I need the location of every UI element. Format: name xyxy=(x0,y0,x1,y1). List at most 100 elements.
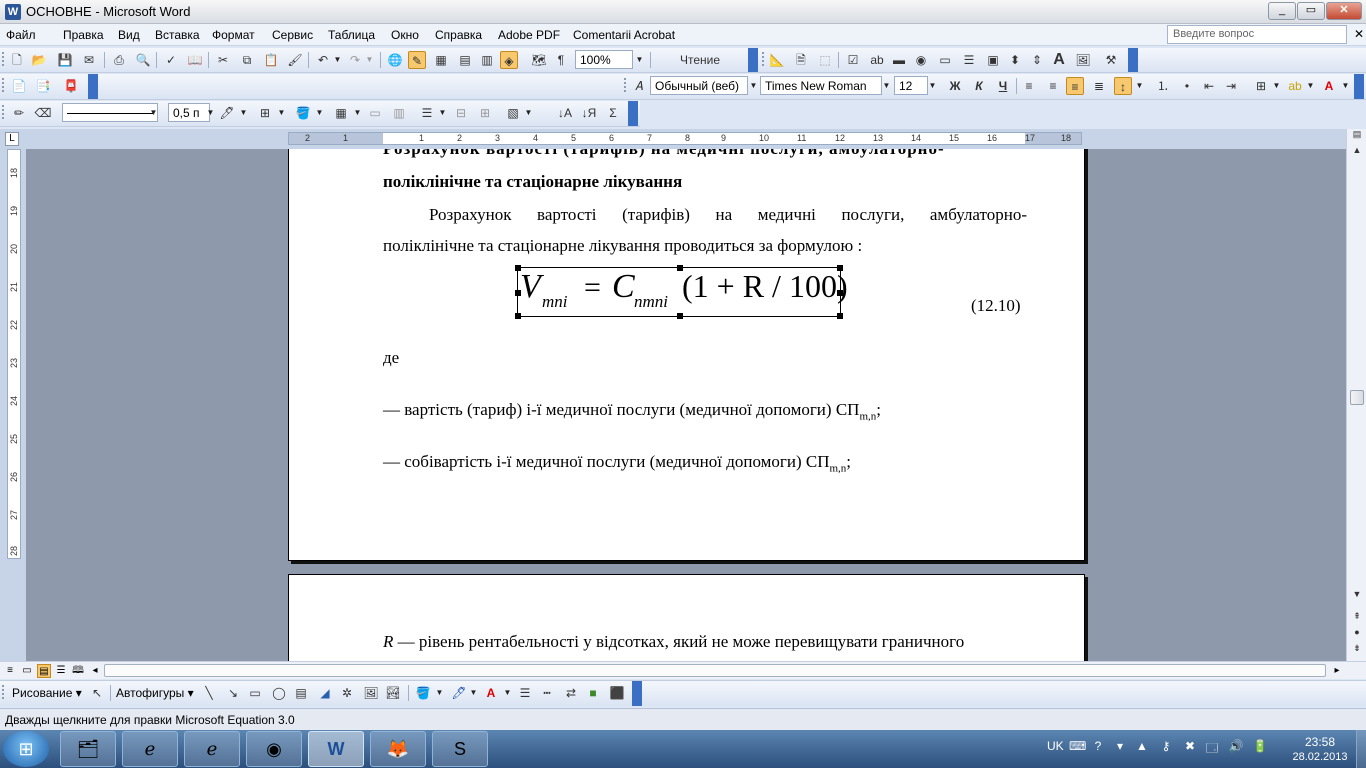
help-search-input[interactable]: Введите вопрос xyxy=(1167,25,1347,44)
page[interactable]: R — рівень рентабельності у відсотках, я… xyxy=(288,574,1085,661)
menu-format[interactable]: Формат xyxy=(212,28,255,42)
line-style-select[interactable] xyxy=(62,103,158,122)
autosum-icon[interactable]: Σ xyxy=(604,104,622,122)
redo-icon[interactable]: ↷ xyxy=(346,51,364,69)
select-objects-icon[interactable]: ↖ xyxy=(88,684,106,702)
arrow-style-icon[interactable]: ⇄ xyxy=(562,684,580,702)
resize-handle[interactable] xyxy=(677,313,683,319)
line-color-dropdown-icon[interactable]: ▼ xyxy=(468,683,479,702)
insert-excel-icon[interactable]: ▤ xyxy=(456,51,474,69)
properties-icon[interactable]: 🗎 xyxy=(792,51,810,69)
bullets-icon[interactable]: • xyxy=(1178,77,1196,95)
justify-icon[interactable]: ≣ xyxy=(1090,77,1108,95)
reading-view-icon[interactable]: 🕮 xyxy=(71,664,85,678)
chrome-taskbar-icon[interactable]: ◉ xyxy=(246,731,302,767)
view-code-icon[interactable]: ⬚ xyxy=(816,51,834,69)
font-select[interactable]: Times New Roman xyxy=(760,76,882,95)
document-map-icon[interactable]: 🗺 xyxy=(530,51,548,69)
word-taskbar-icon[interactable]: W xyxy=(308,731,364,767)
page[interactable]: Розрахунок вартості (тарифів) на медичні… xyxy=(288,149,1085,561)
decrease-indent-icon[interactable]: ⇤ xyxy=(1200,77,1218,95)
menu-adobe-pdf[interactable]: Adobe PDF xyxy=(498,28,560,42)
increase-indent-icon[interactable]: ⇥ xyxy=(1222,77,1240,95)
close-button[interactable]: ✕ xyxy=(1326,2,1362,20)
toolbar-grip[interactable] xyxy=(624,78,627,92)
copy-icon[interactable]: ⧉ xyxy=(238,51,256,69)
highlight-icon[interactable]: ab xyxy=(1286,77,1304,95)
shading-color-icon[interactable]: 🪣 xyxy=(294,104,312,122)
menu-tools[interactable]: Сервис xyxy=(272,28,313,42)
draw-table-icon[interactable]: ✏ xyxy=(10,104,28,122)
label-control-icon[interactable]: A xyxy=(1050,51,1068,69)
reading-mode-button[interactable]: Чтение xyxy=(656,51,746,69)
line-style-icon[interactable]: ☰ xyxy=(516,684,534,702)
toolbar-options-icon[interactable] xyxy=(1354,74,1364,99)
pdf-review-icon[interactable]: 📮 xyxy=(62,77,80,95)
scroll-right-icon[interactable]: ▸ xyxy=(1330,664,1344,678)
hyperlink-icon[interactable]: 🌐 xyxy=(386,51,404,69)
equation-object[interactable]: V mni = C nmni (1 + R / 100) xyxy=(515,265,848,319)
undo-icon[interactable]: ↶ xyxy=(314,51,332,69)
scroll-thumb[interactable] xyxy=(1350,390,1364,405)
tab-selector[interactable]: L xyxy=(5,132,19,146)
clipart-icon[interactable]: 🖼 xyxy=(362,684,380,702)
horizontal-scrollbar[interactable]: ≡ ▭ ▤ ☰ 🕮 ◂ ▸ xyxy=(0,661,1366,679)
print-preview-icon[interactable]: 🔍 xyxy=(134,51,152,69)
design-mode-icon[interactable]: 📐 xyxy=(768,51,786,69)
distribute-rows-icon[interactable]: ⊟ xyxy=(452,104,470,122)
rectangle-icon[interactable]: ▭ xyxy=(246,684,264,702)
resize-handle[interactable] xyxy=(837,313,843,319)
show-hidden-icon[interactable]: ▲ xyxy=(1134,739,1150,755)
highlight-dropdown-icon[interactable]: ▼ xyxy=(1305,76,1316,95)
vertical-ruler-scale[interactable]: 18 19 20 21 22 23 24 25 26 27 28 xyxy=(7,149,21,559)
clock-date[interactable]: 28.02.2013 xyxy=(1286,751,1354,763)
clock-time[interactable]: 23:58 xyxy=(1300,735,1340,749)
styles-pane-icon[interactable]: 𝐴 xyxy=(630,77,648,95)
fill-color-icon[interactable]: 🪣 xyxy=(414,684,432,702)
checkbox-control-icon[interactable]: ☑ xyxy=(844,51,862,69)
underline-button[interactable]: Ч xyxy=(994,77,1012,95)
border-color-icon[interactable]: 🖊 xyxy=(218,104,236,122)
resize-handle[interactable] xyxy=(677,265,683,271)
diagram-icon[interactable]: ✲ xyxy=(338,684,356,702)
open-icon[interactable]: 📂 xyxy=(30,51,48,69)
font-size-dropdown-icon[interactable]: ▼ xyxy=(927,76,938,95)
align-cell-icon[interactable]: ☰ xyxy=(418,104,436,122)
insert-table-icon[interactable]: ▦ xyxy=(432,51,450,69)
next-page-icon[interactable]: ⇟ xyxy=(1349,641,1365,655)
border-icon[interactable]: ⊞ xyxy=(1252,77,1270,95)
spin-control-icon[interactable]: ⬍ xyxy=(1006,51,1024,69)
spelling-icon[interactable]: ✓ xyxy=(162,51,180,69)
language-indicator[interactable]: UK xyxy=(1047,739,1064,753)
normal-view-icon[interactable]: ≡ xyxy=(3,664,17,678)
vertical-scrollbar[interactable]: ▤ ▲ ▼ ⇞ ● ⇟ xyxy=(1346,129,1366,661)
paste-icon[interactable]: 📋 xyxy=(262,51,280,69)
columns-icon[interactable]: ▥ xyxy=(478,51,496,69)
line-weight-dropdown-icon[interactable]: ▼ xyxy=(205,103,216,122)
horizontal-scroll-thumb[interactable] xyxy=(104,664,1326,677)
tray-expand-icon[interactable]: ▾ xyxy=(1112,739,1128,755)
shading-dropdown-icon[interactable]: ▼ xyxy=(314,103,325,122)
pdf-email-icon[interactable]: 📑 xyxy=(34,77,52,95)
scroll-left-icon[interactable]: ◂ xyxy=(88,664,102,678)
ruler-toggle-icon[interactable]: ▤ xyxy=(1349,127,1365,141)
picture-icon[interactable]: 🏞 xyxy=(384,684,402,702)
radio-control-icon[interactable]: ◉ xyxy=(912,51,930,69)
resize-handle[interactable] xyxy=(837,265,843,271)
zoom-field[interactable]: 100% xyxy=(575,50,633,69)
oval-icon[interactable]: ◯ xyxy=(270,684,288,702)
new-document-icon[interactable]: 🗋 xyxy=(8,51,26,69)
merge-cells-icon[interactable]: ▭ xyxy=(366,104,384,122)
font-color-dropdown-icon[interactable]: ▼ xyxy=(502,683,513,702)
key-icon[interactable]: ⚷ xyxy=(1158,739,1174,755)
scroll-up-icon[interactable]: ▲ xyxy=(1349,143,1365,157)
border-color-dropdown-icon[interactable]: ▼ xyxy=(238,103,249,122)
toolbar-grip[interactable] xyxy=(2,52,5,66)
print-icon[interactable]: ⎙ xyxy=(110,51,128,69)
resize-handle[interactable] xyxy=(837,290,843,296)
browse-object-icon[interactable]: ● xyxy=(1349,625,1365,639)
drawing-toggle-icon[interactable]: ◈ xyxy=(500,51,518,69)
previous-page-icon[interactable]: ⇞ xyxy=(1349,609,1365,623)
drawing-menu[interactable]: Рисование ▾ xyxy=(12,686,82,700)
horizontal-ruler[interactable]: L 2 1 1 2 3 4 5 6 7 8 9 10 11 12 13 14 1… xyxy=(0,129,1366,149)
